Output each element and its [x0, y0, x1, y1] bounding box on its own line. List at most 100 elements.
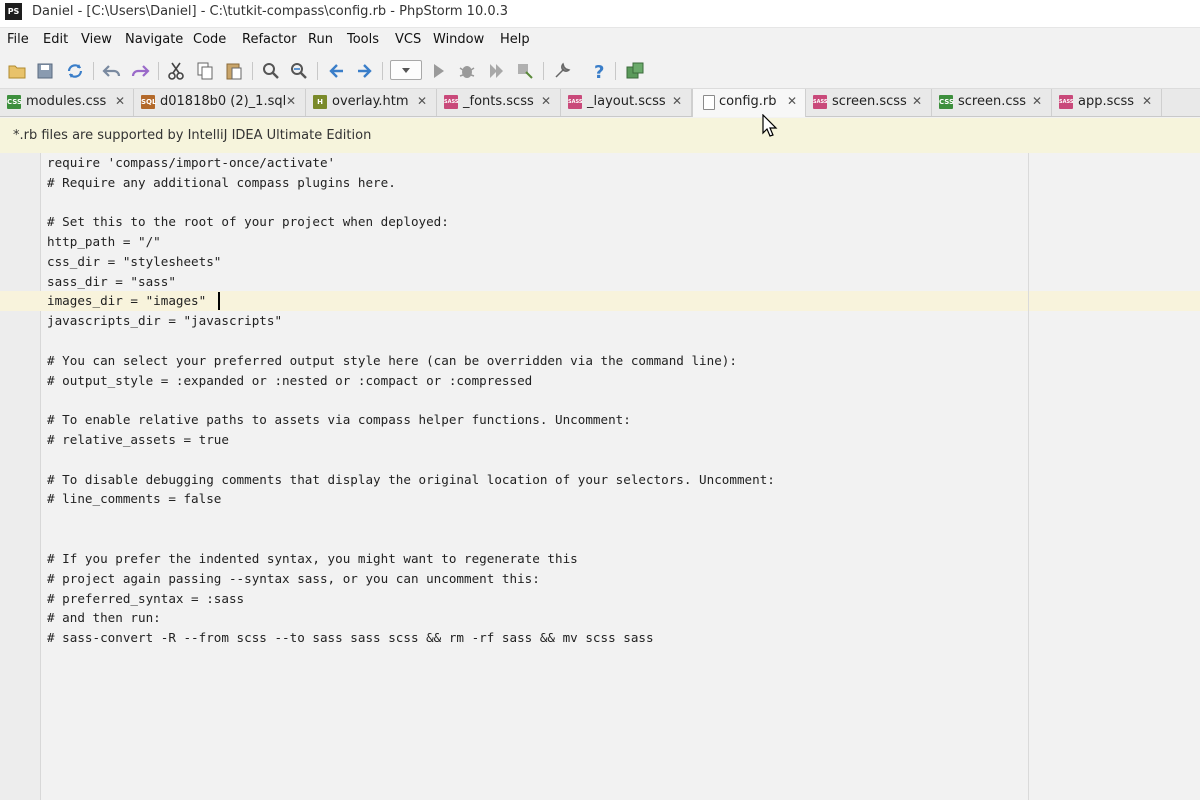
code-line[interactable]: # and then run: [47, 608, 161, 628]
menu-tools[interactable]: Tools [347, 32, 379, 47]
menu-refactor[interactable]: Refactor [242, 32, 297, 47]
css-file-icon: CSS [7, 95, 22, 109]
css-file-icon: CSS [939, 95, 954, 109]
find-icon[interactable] [260, 60, 282, 82]
code-line[interactable]: # output_style = :expanded or :nested or… [47, 371, 532, 391]
tab-label: overlay.htm [332, 94, 409, 109]
menu-vcs[interactable]: VCS [395, 32, 421, 47]
open-folder-icon[interactable] [6, 60, 28, 82]
menu-window[interactable]: Window [433, 32, 484, 47]
tab-app-scss[interactable]: SASS app.scss ✕ [1052, 89, 1162, 116]
editor-notification-bar: *.rb files are supported by IntelliJ IDE… [0, 118, 1200, 154]
close-icon[interactable]: ✕ [787, 94, 797, 108]
menu-bar: File Edit View Navigate Code Refactor Ru… [0, 28, 1200, 53]
code-line[interactable]: images_dir = "images" [47, 291, 206, 311]
toolbar-separator [93, 62, 94, 80]
tab-sql-file[interactable]: SQL d01818b0 (2)_1.sql ✕ [134, 89, 306, 116]
tab-screen-scss[interactable]: SASS screen.scss ✕ [806, 89, 932, 116]
toolbar-separator [543, 62, 544, 80]
code-line[interactable]: javascripts_dir = "javascripts" [47, 311, 282, 331]
tab-fonts-scss[interactable]: SASS _fonts.scss ✕ [437, 89, 561, 116]
tab-label: modules.css [26, 94, 107, 109]
menu-run[interactable]: Run [308, 32, 333, 47]
synchronize-icon[interactable] [64, 60, 86, 82]
title-bar: PS Daniel - [C:\Users\Daniel] - C:\tutki… [0, 0, 1200, 28]
code-line[interactable]: # line_comments = false [47, 489, 221, 509]
code-line[interactable]: # You can select your preferred output s… [47, 351, 737, 371]
code-line[interactable]: # Require any additional compass plugins… [47, 173, 396, 193]
save-all-icon[interactable] [34, 60, 56, 82]
settings-icon[interactable] [551, 60, 573, 82]
code-line[interactable]: # To disable debugging comments that dis… [47, 470, 775, 490]
menu-navigate[interactable]: Navigate [125, 32, 183, 47]
replace-icon[interactable] [288, 60, 310, 82]
tab-overlay-htm[interactable]: H overlay.htm ✕ [306, 89, 437, 116]
sql-file-icon: SQL [141, 95, 156, 109]
text-caret [218, 292, 220, 310]
mouse-pointer-icon [762, 114, 778, 137]
debug-icon[interactable] [456, 60, 478, 82]
tab-label: screen.scss [832, 94, 907, 109]
close-icon[interactable]: ✕ [417, 94, 427, 108]
svg-text:?: ? [594, 62, 604, 82]
code-editor[interactable]: require 'compass/import-once/activate' #… [0, 153, 1200, 800]
toolbar-separator [615, 62, 616, 80]
code-line[interactable]: # To enable relative paths to assets via… [47, 410, 631, 430]
tab-label: screen.css [958, 94, 1027, 109]
close-icon[interactable]: ✕ [1142, 94, 1152, 108]
close-icon[interactable]: ✕ [541, 94, 551, 108]
close-icon[interactable]: ✕ [672, 94, 682, 108]
close-icon[interactable]: ✕ [912, 94, 922, 108]
code-line[interactable]: # preferred_syntax = :sass [47, 589, 244, 609]
editor-gutter[interactable] [0, 153, 41, 800]
run-configurations-dropdown[interactable] [390, 60, 422, 80]
notification-text: *.rb files are supported by IntelliJ IDE… [13, 128, 372, 143]
menu-file[interactable]: File [7, 32, 29, 47]
tab-config-rb[interactable]: config.rb ✕ [692, 89, 806, 117]
tab-modules-css[interactable]: CSS modules.css ✕ [0, 89, 134, 116]
undo-icon[interactable] [101, 60, 123, 82]
tab-layout-scss[interactable]: SASS _layout.scss ✕ [561, 89, 692, 116]
back-icon[interactable] [325, 60, 347, 82]
menu-help[interactable]: Help [500, 32, 530, 47]
code-line[interactable]: require 'compass/import-once/activate' [47, 153, 335, 173]
sass-file-icon: SASS [1059, 95, 1073, 109]
toolbar-separator [158, 62, 159, 80]
menu-edit[interactable]: Edit [43, 32, 68, 47]
coverage-icon[interactable] [485, 60, 507, 82]
code-line[interactable]: # relative_assets = true [47, 430, 229, 450]
main-toolbar: ? [0, 54, 1200, 89]
sass-file-icon: SASS [568, 95, 582, 109]
run-icon[interactable] [427, 60, 449, 82]
chevron-down-icon [402, 68, 410, 73]
paste-icon[interactable] [223, 60, 245, 82]
close-icon[interactable]: ✕ [1032, 94, 1042, 108]
phpstorm-app-icon[interactable]: PS [5, 3, 22, 20]
code-line[interactable]: # If you prefer the indented syntax, you… [47, 549, 578, 569]
tab-screen-css[interactable]: CSS screen.css ✕ [932, 89, 1052, 116]
sass-file-icon: SASS [813, 95, 827, 109]
tab-label: _fonts.scss [463, 94, 534, 109]
close-icon[interactable]: ✕ [286, 94, 296, 108]
close-icon[interactable]: ✕ [115, 94, 125, 108]
menu-code[interactable]: Code [193, 32, 226, 47]
code-line[interactable]: # Set this to the root of your project w… [47, 212, 449, 232]
window-title: Daniel - [C:\Users\Daniel] - C:\tutkit-c… [32, 4, 509, 19]
stop-icon[interactable] [514, 60, 536, 82]
sass-file-icon: SASS [444, 95, 458, 109]
toolbar-separator [317, 62, 318, 80]
help-icon[interactable]: ? [588, 60, 610, 82]
redo-icon[interactable] [129, 60, 151, 82]
forward-icon[interactable] [354, 60, 376, 82]
ruby-file-icon [703, 95, 715, 110]
cut-icon[interactable] [165, 60, 187, 82]
code-line[interactable]: http_path = "/" [47, 232, 161, 252]
code-line[interactable]: # sass-convert -R --from scss --to sass … [47, 628, 654, 648]
code-line[interactable]: css_dir = "stylesheets" [47, 252, 221, 272]
structure-icon[interactable] [624, 60, 646, 82]
copy-icon[interactable] [194, 60, 216, 82]
code-line[interactable]: # project again passing --syntax sass, o… [47, 569, 540, 589]
tab-label: _layout.scss [587, 94, 666, 109]
menu-view[interactable]: View [81, 32, 112, 47]
code-line[interactable]: sass_dir = "sass" [47, 272, 176, 292]
